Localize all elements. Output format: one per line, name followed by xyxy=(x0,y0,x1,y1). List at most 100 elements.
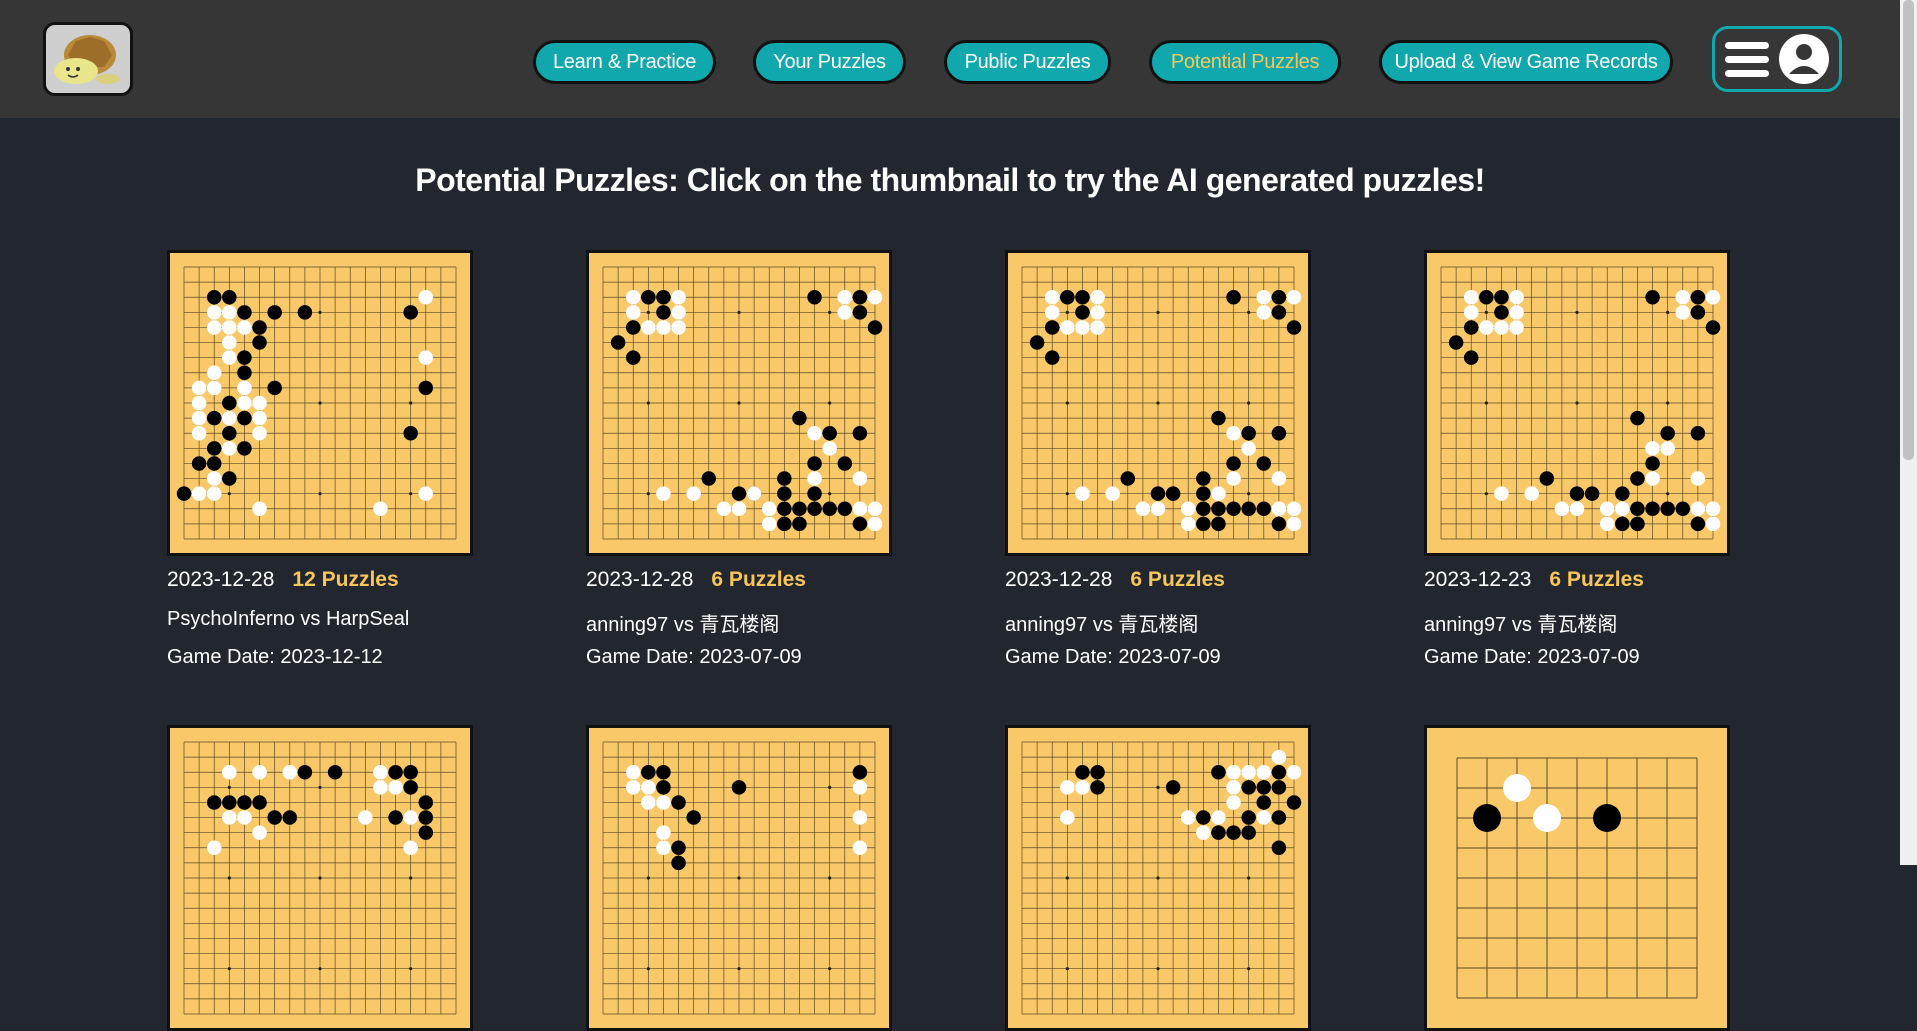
white-stone xyxy=(656,320,671,335)
white-stone xyxy=(686,486,701,501)
white-stone xyxy=(1509,320,1524,335)
black-stone xyxy=(1271,289,1287,305)
white-stone xyxy=(807,425,822,441)
black-stone xyxy=(1479,289,1494,305)
white-stone xyxy=(1180,810,1196,825)
black-stone xyxy=(403,780,418,795)
white-stone xyxy=(222,350,237,365)
board-thumbnail[interactable] xyxy=(1005,725,1311,1031)
white-stone xyxy=(641,320,656,335)
white-stone xyxy=(1226,425,1241,441)
black-stone xyxy=(1690,289,1706,305)
white-stone xyxy=(388,780,403,795)
white-stone xyxy=(252,395,267,411)
white-stone xyxy=(1226,764,1241,780)
black-stone xyxy=(1271,516,1287,532)
black-stone xyxy=(282,810,298,825)
white-stone xyxy=(852,471,868,486)
board-thumbnail[interactable] xyxy=(1424,250,1730,556)
white-stone xyxy=(1075,780,1090,795)
white-stone xyxy=(1271,749,1287,765)
white-stone xyxy=(191,486,207,501)
white-stone xyxy=(1256,764,1272,780)
white-stone xyxy=(1241,764,1256,780)
nav-your-puzzles[interactable]: Your Puzzles xyxy=(753,40,906,84)
white-stone xyxy=(1060,320,1075,335)
card-game-date: Game Date: 2023-07-09 xyxy=(586,646,802,668)
black-stone xyxy=(1211,501,1226,517)
board-thumbnail[interactable] xyxy=(1424,725,1730,1031)
black-stone xyxy=(1569,486,1585,501)
white-stone xyxy=(252,410,267,426)
nav-upload-view-game-records[interactable]: Upload & View Game Records xyxy=(1379,40,1673,84)
vertical-scrollbar[interactable] xyxy=(1900,0,1917,865)
turtle-logo-icon[interactable] xyxy=(43,22,133,96)
white-stone xyxy=(656,486,671,501)
white-stone xyxy=(731,501,747,517)
white-stone xyxy=(1675,305,1691,320)
white-stone xyxy=(1271,471,1287,486)
black-stone xyxy=(237,441,252,456)
white-stone xyxy=(852,501,868,517)
nav-learn-practice[interactable]: Learn & Practice xyxy=(533,40,716,84)
white-stone xyxy=(671,305,686,320)
black-stone xyxy=(1271,425,1287,441)
white-stone xyxy=(761,516,777,532)
white-stone xyxy=(1705,289,1721,305)
black-stone xyxy=(610,335,626,350)
white-stone xyxy=(418,350,434,365)
black-stone xyxy=(822,425,837,441)
black-stone xyxy=(1630,410,1645,426)
card-players: anning97 vs 青瓦楼阁 xyxy=(1005,614,1199,636)
white-stone xyxy=(1180,501,1196,517)
card-meta: 2023-12-28 6 Puzzles xyxy=(1005,568,1225,592)
black-stone xyxy=(206,795,222,810)
white-stone xyxy=(1286,764,1302,780)
white-stone xyxy=(222,764,237,780)
white-stone xyxy=(1599,501,1615,517)
black-stone xyxy=(1675,501,1691,517)
black-stone xyxy=(656,780,671,795)
white-stone xyxy=(1645,471,1660,486)
black-stone xyxy=(222,395,237,411)
white-stone xyxy=(822,441,837,456)
black-stone xyxy=(1630,471,1645,486)
top-navigation-bar: Learn & Practice Your Puzzles Public Puz… xyxy=(0,0,1917,118)
white-stone xyxy=(761,501,777,517)
white-stone xyxy=(358,810,373,825)
scrollbar-thumb[interactable] xyxy=(1903,0,1914,460)
white-stone xyxy=(1675,289,1691,305)
board-thumbnail[interactable] xyxy=(586,250,892,556)
black-stone xyxy=(1645,456,1660,471)
black-stone xyxy=(1630,516,1645,532)
nav-public-puzzles[interactable]: Public Puzzles xyxy=(944,40,1111,84)
black-stone xyxy=(1690,425,1706,441)
white-stone xyxy=(641,780,656,795)
black-stone xyxy=(852,425,868,441)
board-thumbnail[interactable] xyxy=(1005,250,1311,556)
puzzle-count: 6 Puzzles xyxy=(1549,568,1644,591)
black-stone xyxy=(656,289,671,305)
black-stone xyxy=(837,456,853,471)
white-stone xyxy=(222,335,237,350)
white-stone xyxy=(1180,516,1196,532)
board-thumbnail[interactable] xyxy=(586,725,892,1031)
account-menu-button[interactable] xyxy=(1712,26,1842,92)
board-thumbnail[interactable] xyxy=(167,250,473,556)
white-stone xyxy=(1286,289,1302,305)
black-stone xyxy=(206,441,222,456)
black-stone xyxy=(191,456,207,471)
nav-potential-puzzles[interactable]: Potential Puzzles xyxy=(1149,40,1341,84)
white-stone xyxy=(1479,320,1494,335)
board-thumbnail[interactable] xyxy=(167,725,473,1031)
white-stone xyxy=(1105,486,1120,501)
black-stone xyxy=(1473,804,1501,832)
black-stone xyxy=(1494,289,1509,305)
black-stone xyxy=(641,764,656,780)
white-stone xyxy=(1256,289,1272,305)
white-stone xyxy=(671,289,686,305)
black-stone xyxy=(625,350,641,365)
white-stone xyxy=(206,305,222,320)
white-stone xyxy=(852,780,868,795)
black-stone xyxy=(731,486,747,501)
